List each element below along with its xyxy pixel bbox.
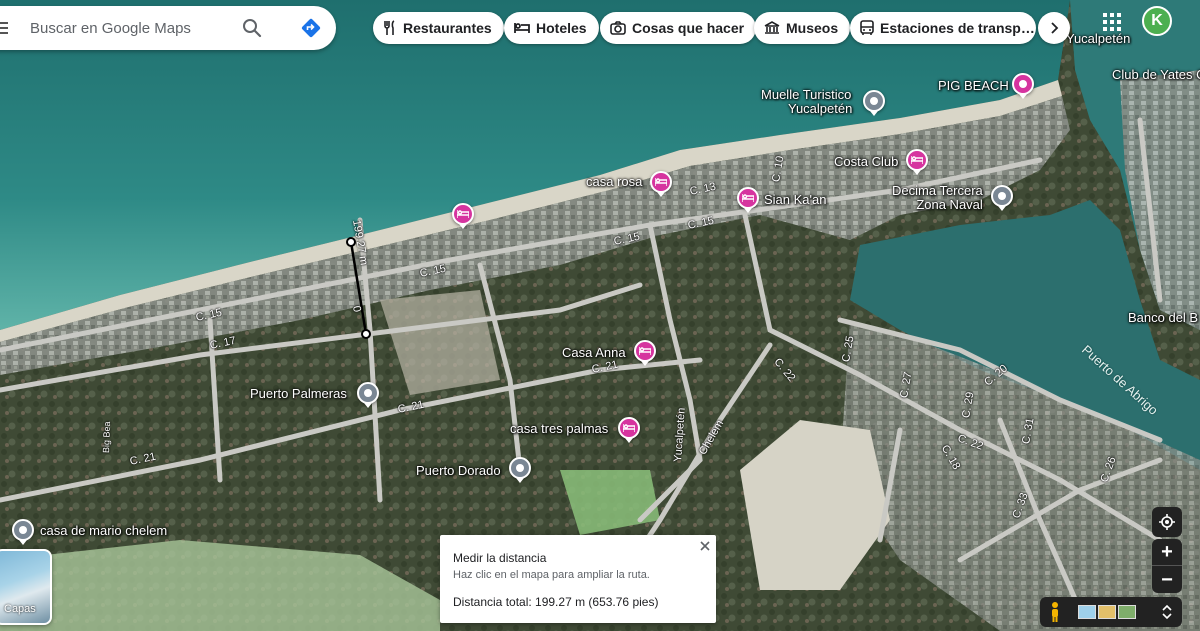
place-label[interactable]: PIG BEACH	[938, 79, 1009, 93]
hotel-pin[interactable]	[737, 187, 759, 209]
hotel-pin[interactable]	[634, 340, 656, 362]
chip-things-to-do[interactable]: Cosas que hacer	[600, 12, 757, 44]
bed-icon	[655, 178, 667, 186]
search-input[interactable]	[30, 14, 230, 42]
chip-label: Hoteles	[536, 20, 587, 36]
apps-grid-icon[interactable]	[1102, 12, 1122, 32]
place-label[interactable]: Sian Ka'an	[764, 193, 826, 207]
hotel-pin[interactable]	[618, 417, 640, 439]
chevron-right-icon	[1051, 22, 1059, 34]
pegman-icon[interactable]	[1048, 601, 1062, 623]
menu-icon[interactable]	[0, 20, 8, 36]
place-pin[interactable]	[12, 519, 34, 541]
my-location-button[interactable]	[1152, 507, 1182, 537]
account-avatar[interactable]: K	[1142, 6, 1172, 36]
place-label[interactable]: Decima Tercera Zona Naval	[892, 184, 983, 212]
chips-next-button[interactable]	[1038, 12, 1070, 44]
place-label-line: Zona Naval	[916, 197, 983, 212]
place-label[interactable]: Banco del B	[1128, 311, 1198, 325]
museum-icon	[764, 21, 780, 34]
bed-icon	[911, 156, 923, 164]
bed-icon	[457, 210, 469, 218]
search-icon[interactable]	[242, 18, 262, 38]
place-pin[interactable]	[357, 382, 379, 404]
place-label[interactable]: casa de mario chelem	[40, 524, 167, 538]
measure-total-distance: Distancia total: 199.27 m (653.76 pies)	[453, 595, 659, 609]
chip-label: Estaciones de transp…	[880, 20, 1035, 36]
crosshair-icon	[1159, 514, 1175, 530]
hotel-pin[interactable]	[452, 203, 474, 225]
place-label[interactable]: Club de Yates C	[1112, 68, 1200, 82]
hotel-pin[interactable]	[906, 149, 928, 171]
bed-icon	[623, 424, 635, 432]
close-icon[interactable]	[698, 539, 712, 553]
bed-icon	[514, 23, 530, 33]
measure-title: Medir la distancia	[453, 551, 547, 565]
satellite-thumbnail[interactable]	[1118, 605, 1136, 619]
road-label: Big Bea	[101, 421, 113, 454]
place-label[interactable]: Costa Club	[834, 155, 898, 169]
camera-icon	[610, 21, 626, 35]
place-label-line: Yucalpetén	[788, 101, 853, 116]
bus-icon	[860, 20, 874, 35]
place-label-line: Muelle Turistico	[761, 87, 852, 102]
zoom-out-button[interactable]: −	[1152, 566, 1182, 593]
layers-label: Capas	[4, 603, 36, 615]
chip-label: Cosas que hacer	[632, 20, 745, 36]
expand-icon[interactable]	[1160, 603, 1174, 621]
measure-hint: Haz clic en el mapa para ampliar la ruta…	[453, 569, 650, 581]
chip-museums[interactable]: Museos	[754, 12, 851, 44]
map-tray	[1040, 597, 1182, 627]
search-box	[0, 6, 336, 50]
bed-icon	[639, 347, 651, 355]
hotel-pin[interactable]	[650, 171, 672, 193]
place-label[interactable]: Yucalpetén	[1066, 32, 1130, 46]
place-pin[interactable]	[991, 185, 1013, 207]
measure-point[interactable]	[361, 329, 371, 339]
bed-icon	[742, 194, 754, 202]
terrain-thumbnail[interactable]	[1098, 605, 1116, 619]
place-label[interactable]: casa tres palmas	[510, 422, 608, 436]
place-label[interactable]: Muelle Turistico Yucalpetén	[760, 88, 852, 116]
chip-label: Restaurantes	[403, 20, 492, 36]
place-label[interactable]: Puerto Palmeras	[250, 387, 347, 401]
directions-icon[interactable]	[300, 17, 322, 39]
measure-distance-card: Medir la distancia Haz clic en el mapa p…	[440, 535, 716, 623]
place-label[interactable]: Puerto Dorado	[416, 464, 501, 478]
chip-restaurants[interactable]: Restaurantes	[373, 12, 504, 44]
layers-button[interactable]: Capas	[0, 549, 52, 625]
chip-transit[interactable]: Estaciones de transp…	[850, 12, 1036, 44]
place-label[interactable]: Casa Anna	[562, 346, 626, 360]
chip-label: Museos	[786, 20, 839, 36]
place-label-line: Decima Tercera	[892, 183, 983, 198]
museum-pin[interactable]	[1012, 73, 1034, 95]
zoom-in-button[interactable]: +	[1152, 539, 1182, 566]
map-type-thumbnail[interactable]	[1078, 605, 1096, 619]
place-label[interactable]: casa rosa	[586, 175, 642, 189]
fork-knife-icon	[384, 20, 395, 35]
place-pin[interactable]	[509, 457, 531, 479]
place-pin[interactable]	[863, 90, 885, 112]
zoom-controls: + −	[1152, 539, 1182, 593]
chip-hotels[interactable]: Hoteles	[504, 12, 599, 44]
